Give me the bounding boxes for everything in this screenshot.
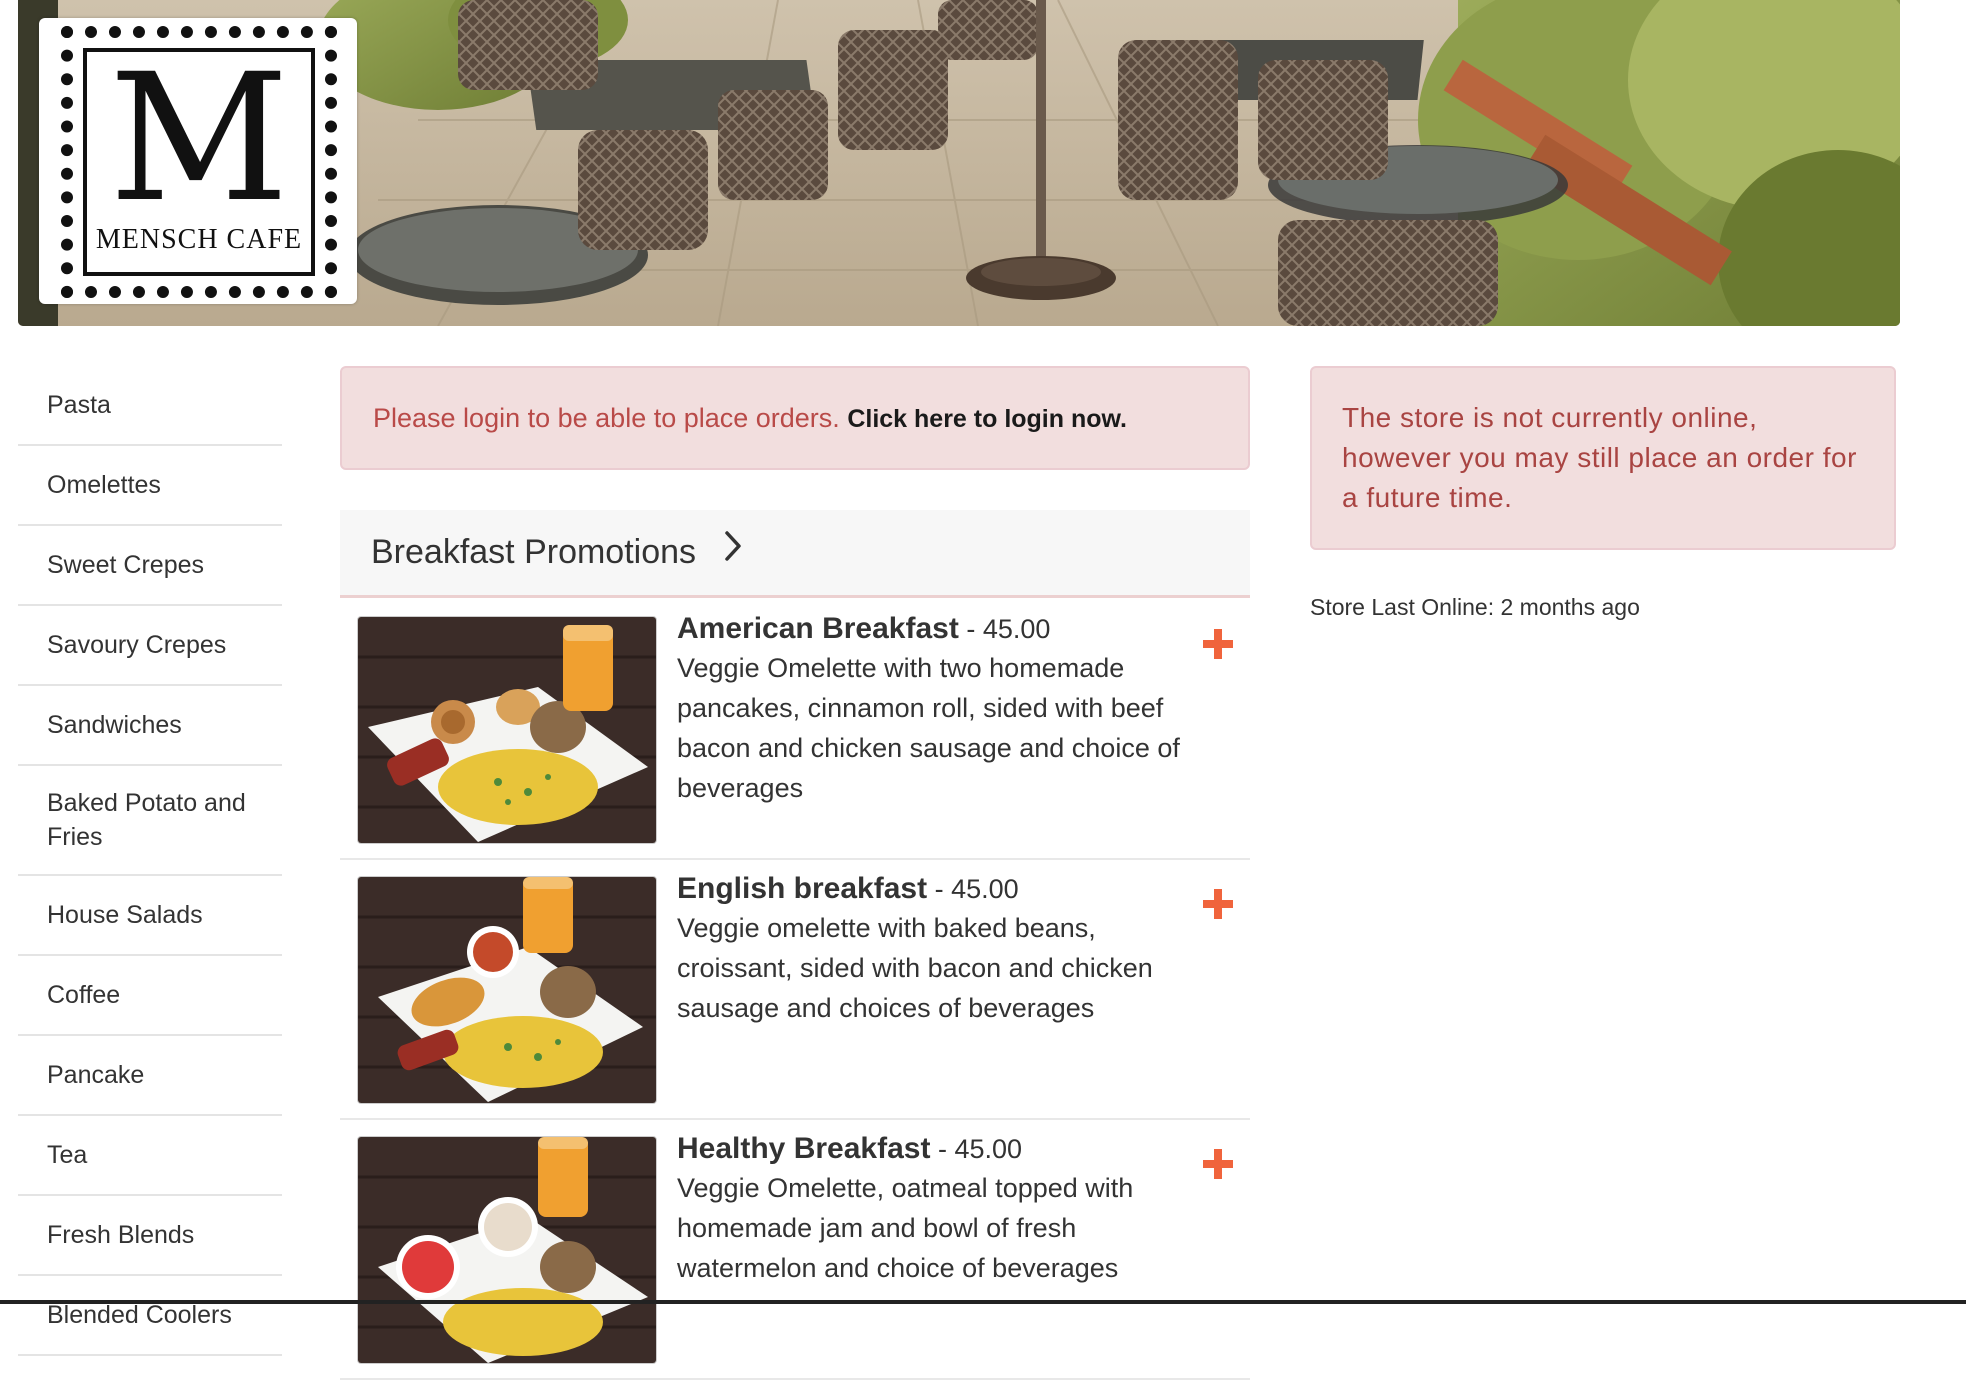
sidebar-item-pancake[interactable]: Pancake [18,1036,282,1116]
category-title: Breakfast Promotions [371,533,697,571]
sidebar-item-omelettes[interactable]: Omelettes [18,446,282,526]
sidebar-item-pasta[interactable]: Pasta [18,366,282,446]
chevron-right-icon [723,530,743,571]
price-separator: - [930,1134,955,1164]
sidebar-item-house-salads[interactable]: House Salads [18,876,282,956]
sidebar-item-sandwiches[interactable]: Sandwiches [18,686,282,766]
plus-icon [1203,1149,1233,1179]
add-item-button[interactable] [1200,1146,1236,1182]
menu-item[interactable]: American Breakfast - 45.00 Veggie Omelet… [340,600,1250,860]
menu-item[interactable]: English breakfast - 45.00 Veggie omelett… [340,860,1250,1120]
menu-item-photo[interactable] [357,616,657,844]
plus-icon [1203,889,1233,919]
sidebar-item-sweet-crepes[interactable]: Sweet Crepes [18,526,282,606]
menu-item-text: Healthy Breakfast - 45.00 Veggie Omelett… [677,1132,1217,1288]
login-alert: Please login to be able to place orders.… [340,366,1250,470]
logo-frame: M MENSCH CAFE [83,48,315,276]
menu-item-text: English breakfast - 45.00 Veggie omelett… [677,872,1217,1028]
menu-item-name: American Breakfast [677,612,959,645]
menu-item-price: 45.00 [951,874,1019,904]
category-header[interactable]: Breakfast Promotions [340,510,1250,598]
logo-letter: M [108,36,290,241]
menu-item-photo[interactable] [357,1136,657,1364]
logo: M MENSCH CAFE [61,26,337,298]
store-last-online: Store Last Online: 2 months ago [1310,594,1640,620]
login-link[interactable]: Click here to login now. [847,405,1127,433]
menu-item-list: American Breakfast - 45.00 Veggie Omelet… [340,600,1250,1380]
sidebar-item-fresh-blends[interactable]: Fresh Blends [18,1196,282,1276]
add-item-button[interactable] [1200,886,1236,922]
menu-item-price: 45.00 [954,1134,1023,1164]
bottom-divider [0,1300,1966,1304]
menu-item-description: Veggie Omelette, oatmeal topped with hom… [677,1173,1134,1283]
menu-item-name: Healthy Breakfast [677,1132,931,1165]
sidebar-item-blended-coolers[interactable]: Blended Coolers [18,1276,282,1356]
login-alert-message: Please login to be able to place orders. [373,403,840,433]
menu-item-text: American Breakfast - 45.00 Veggie Omelet… [677,612,1217,808]
logo-name: MENSCH CAFE [95,224,303,255]
price-separator: - [958,614,983,644]
store-offline-alert: The store is not currently online, howev… [1310,366,1896,550]
sidebar-item-baked-potato[interactable]: Baked Potato and Fries [18,766,282,876]
category-sidebar: Pasta Omelettes Sweet Crepes Savoury Cre… [18,366,282,1356]
logo-card[interactable]: M MENSCH CAFE [39,18,357,304]
menu-item-description: Veggie Omelette with two homemade pancak… [677,653,1180,803]
plus-icon [1203,629,1233,659]
menu-item-photo[interactable] [357,876,657,1104]
sidebar-item-savoury-crepes[interactable]: Savoury Crepes [18,606,282,686]
menu-item-price: 45.00 [982,614,1051,644]
sidebar-item-tea[interactable]: Tea [18,1116,282,1196]
add-item-button[interactable] [1200,626,1236,662]
menu-item-description: Veggie omelette with baked beans, croiss… [677,913,1153,1023]
price-separator: - [927,874,952,904]
menu-item[interactable]: Healthy Breakfast - 45.00 Veggie Omelett… [340,1120,1250,1380]
sidebar-item-coffee[interactable]: Coffee [18,956,282,1036]
menu-item-name: English breakfast [677,872,928,905]
